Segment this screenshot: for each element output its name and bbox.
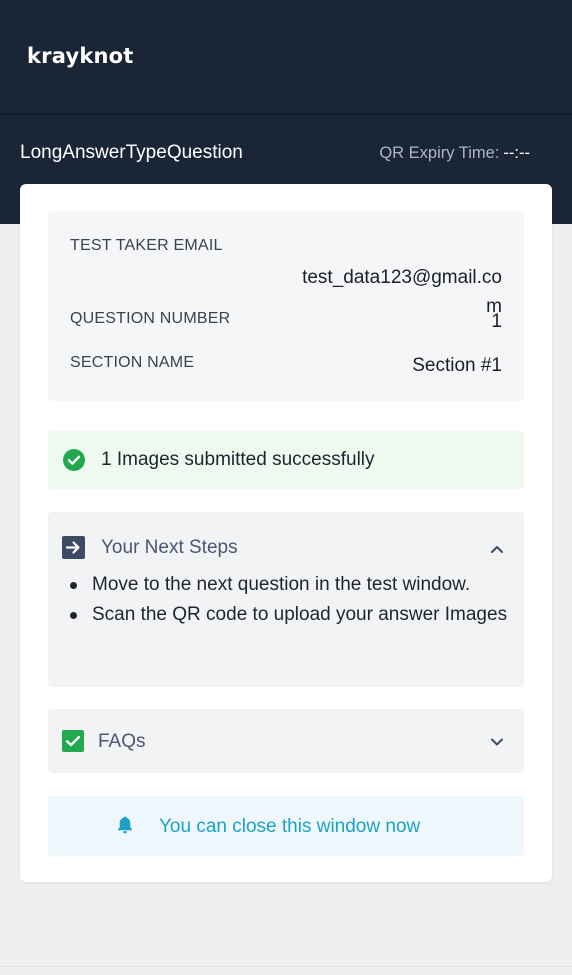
close-window-notice: You can close this window now bbox=[48, 796, 524, 856]
email-value: test_data123@gmail.com bbox=[302, 267, 502, 317]
next-steps-accordion[interactable]: Your Next Steps Move to the next questio… bbox=[48, 512, 524, 687]
faqs-accordion[interactable]: FAQs bbox=[48, 709, 524, 773]
qr-expiry: QR Expiry Time: --:-- bbox=[379, 144, 530, 163]
submission-card: TEST TAKER EMAIL test_data123@gmail.com … bbox=[20, 184, 552, 882]
section-name-value: Section #1 bbox=[412, 355, 502, 376]
list-item: Move to the next question in the test wi… bbox=[68, 570, 518, 600]
arrow-right-square-icon bbox=[62, 536, 85, 559]
next-steps-list: Move to the next question in the test wi… bbox=[68, 570, 518, 629]
next-steps-title[interactable]: Your Next Steps bbox=[101, 537, 238, 559]
chevron-up-icon[interactable] bbox=[490, 542, 504, 556]
section-name-label: SECTION NAME bbox=[70, 354, 195, 371]
question-type-title: LongAnswerTypeQuestion bbox=[20, 142, 243, 163]
qr-expiry-label: QR Expiry Time: bbox=[379, 144, 500, 162]
header-divider bbox=[0, 114, 572, 115]
question-number-value: 1 bbox=[491, 311, 502, 332]
test-info-panel: TEST TAKER EMAIL test_data123@gmail.com … bbox=[48, 211, 524, 401]
check-square-icon bbox=[62, 730, 84, 752]
list-item: Scan the QR code to upload your answer I… bbox=[68, 600, 518, 630]
bell-icon bbox=[118, 816, 132, 834]
question-number-label: QUESTION NUMBER bbox=[70, 310, 231, 327]
faqs-title[interactable]: FAQs bbox=[98, 731, 146, 753]
qr-expiry-value: --:-- bbox=[503, 144, 530, 162]
bottom-divider bbox=[0, 966, 572, 967]
success-alert: 1 Images submitted successfully bbox=[48, 431, 524, 489]
close-window-message: You can close this window now bbox=[159, 816, 421, 837]
chevron-down-icon[interactable] bbox=[490, 735, 504, 749]
brand-logo: krayknot bbox=[27, 44, 134, 68]
success-message: 1 Images submitted successfully bbox=[101, 449, 375, 470]
email-label: TEST TAKER EMAIL bbox=[70, 237, 223, 254]
check-circle-icon bbox=[63, 449, 85, 471]
